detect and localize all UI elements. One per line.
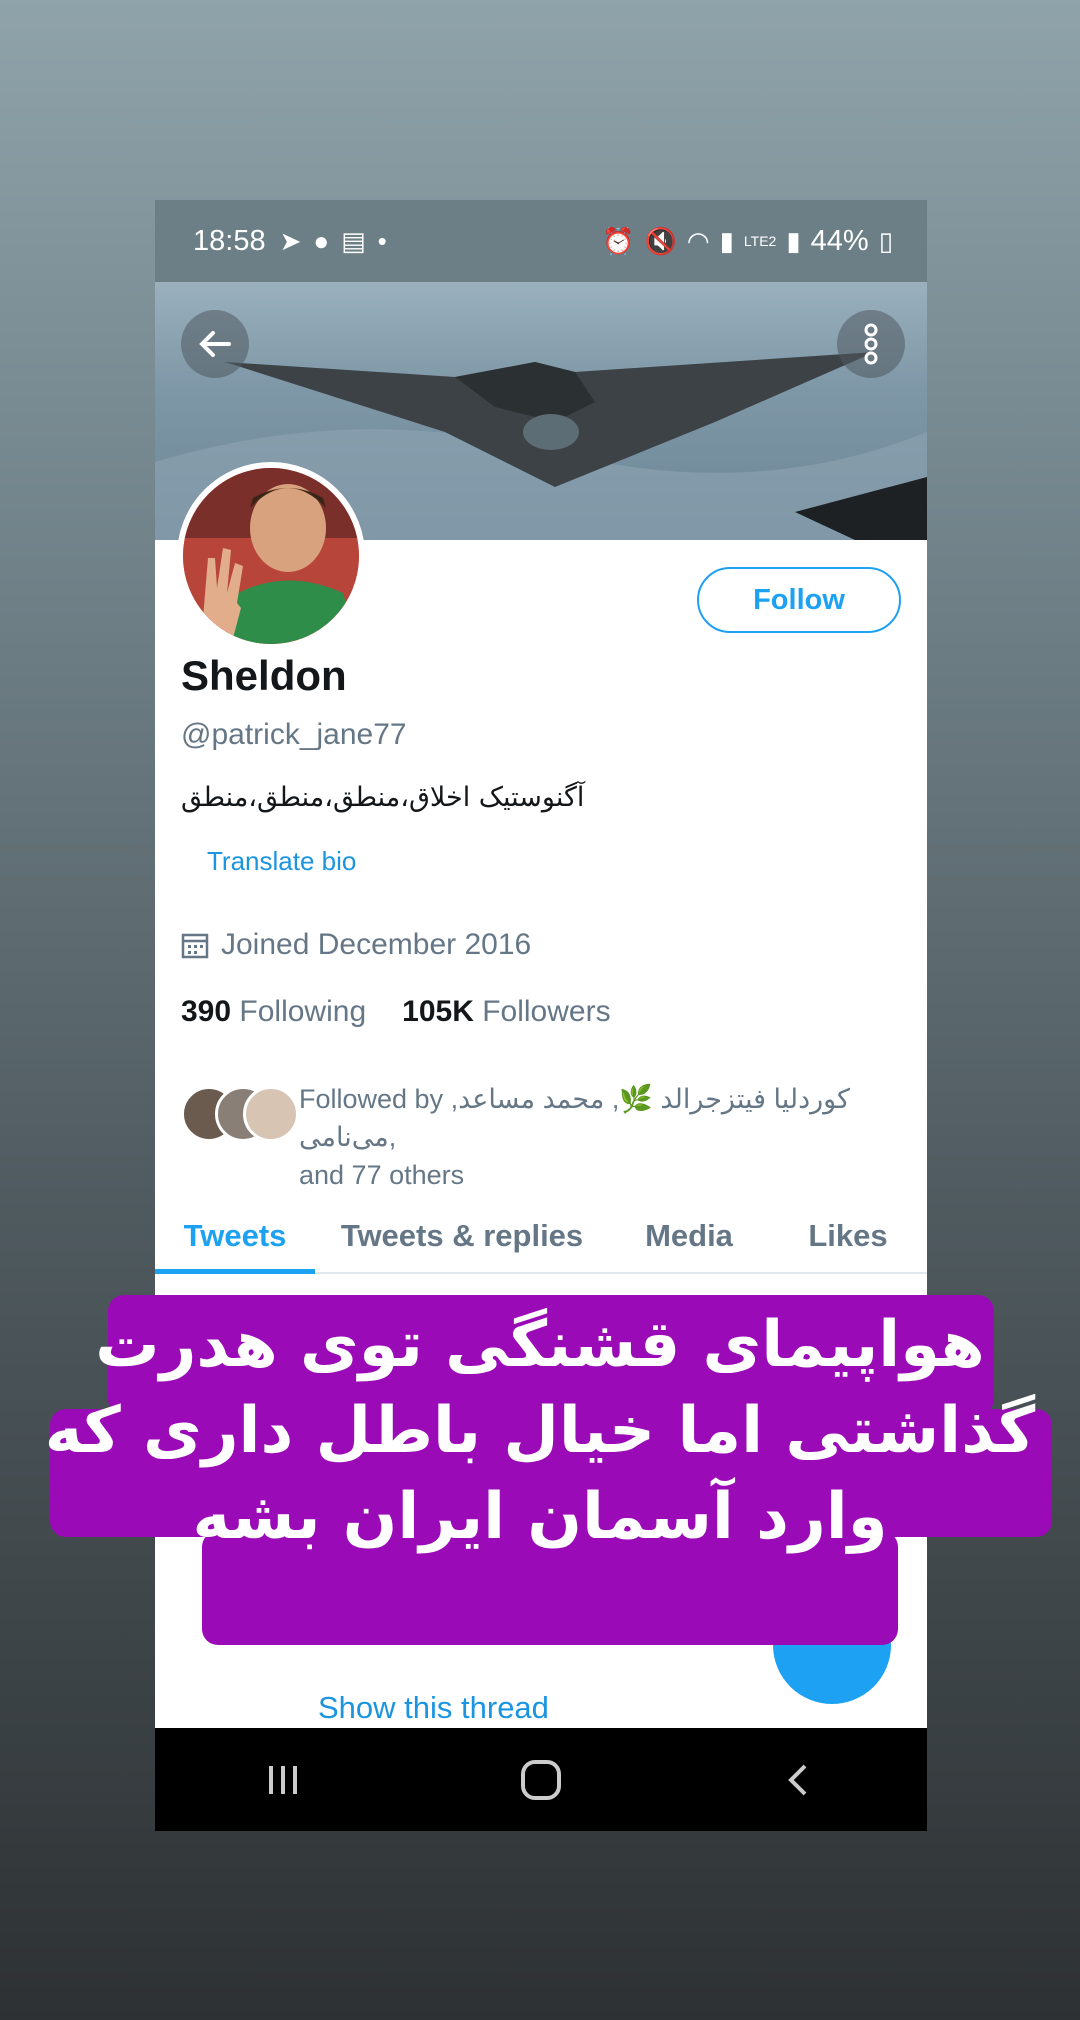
following-count: 390 [181,995,232,1028]
follow-button[interactable]: Follow [697,567,901,633]
tab-likes[interactable]: Likes [769,1200,927,1272]
following-link[interactable]: 390 Following [181,995,366,1029]
network-label: LTE2 [743,233,777,249]
wifi-icon: ◠ [686,226,710,256]
signal-icon: ▮ [719,226,734,256]
follower-avatar-3 [243,1086,299,1142]
tab-tweets[interactable]: Tweets [155,1200,315,1274]
avatar-image [183,468,359,644]
followed-by-text: Followed by کوردلیا فیتزجرالد 🌿, محمد مس… [299,1084,850,1152]
caption-line-3: وارد آسمان ایران بشه [192,1480,888,1554]
telegram-icon: ➤ [279,226,302,256]
following-label: Following [239,995,367,1028]
profile-bio: آگنوستیک اخلاق،منطق،منطق،منطق [181,782,585,813]
followers-link[interactable]: 105K Followers [402,995,610,1029]
caption-text: هواپیمای قشنگی توی هدرت گذاشتی اما خیال … [40,1302,1040,1560]
profile-name: Sheldon [181,652,347,699]
calendar-icon: ▤ [341,226,366,256]
profile-stats: 390 Following 105K Followers [181,995,611,1029]
mute-icon: 🔇 [644,226,677,256]
back-nav-icon[interactable] [779,1760,819,1800]
followed-by-others: and 77 others [299,1160,465,1190]
back-button[interactable] [181,310,249,378]
home-icon[interactable] [519,1758,563,1802]
followers-count: 105K [402,995,474,1028]
tab-media[interactable]: Media [609,1200,769,1272]
joined-date: Joined December 2016 [181,928,531,962]
caption-line-1: هواپیمای قشنگی توی هدرت [95,1308,985,1382]
calendar-icon [181,933,209,959]
translate-bio-link[interactable]: Translate bio [207,846,356,877]
dot-icon: • [377,226,387,256]
battery-percent: 44% [810,224,869,257]
profile-tabs: Tweets Tweets & replies Media Likes [155,1200,927,1274]
show-thread-link[interactable]: Show this thread [318,1690,549,1726]
joined-text: Joined December 2016 [221,928,532,961]
caption-line-2: گذاشتی اما خیال باطل داری که [44,1394,1036,1468]
alarm-icon: ⏰ [602,226,635,256]
android-nav-bar [155,1728,927,1831]
status-bar: 18:58 ➤ ● ▤ • ⏰ 🔇 ◠ ▮ LTE2 ▮ 44% ▯ [155,200,927,282]
battery-icon: ▯ [878,226,893,256]
more-button[interactable] [837,310,905,378]
arrow-left-icon [199,331,231,357]
status-time: 18:58 [193,224,266,257]
more-vertical-icon [864,323,878,365]
profile-avatar[interactable] [177,462,365,650]
profile-handle: @patrick_jane77 [181,718,407,751]
notification-icon: ● [313,226,330,256]
recent-apps-icon[interactable] [263,1760,303,1800]
tab-tweets-replies[interactable]: Tweets & replies [315,1200,609,1272]
followers-label: Followers [482,995,611,1028]
signal-icon-2: ▮ [786,226,801,256]
